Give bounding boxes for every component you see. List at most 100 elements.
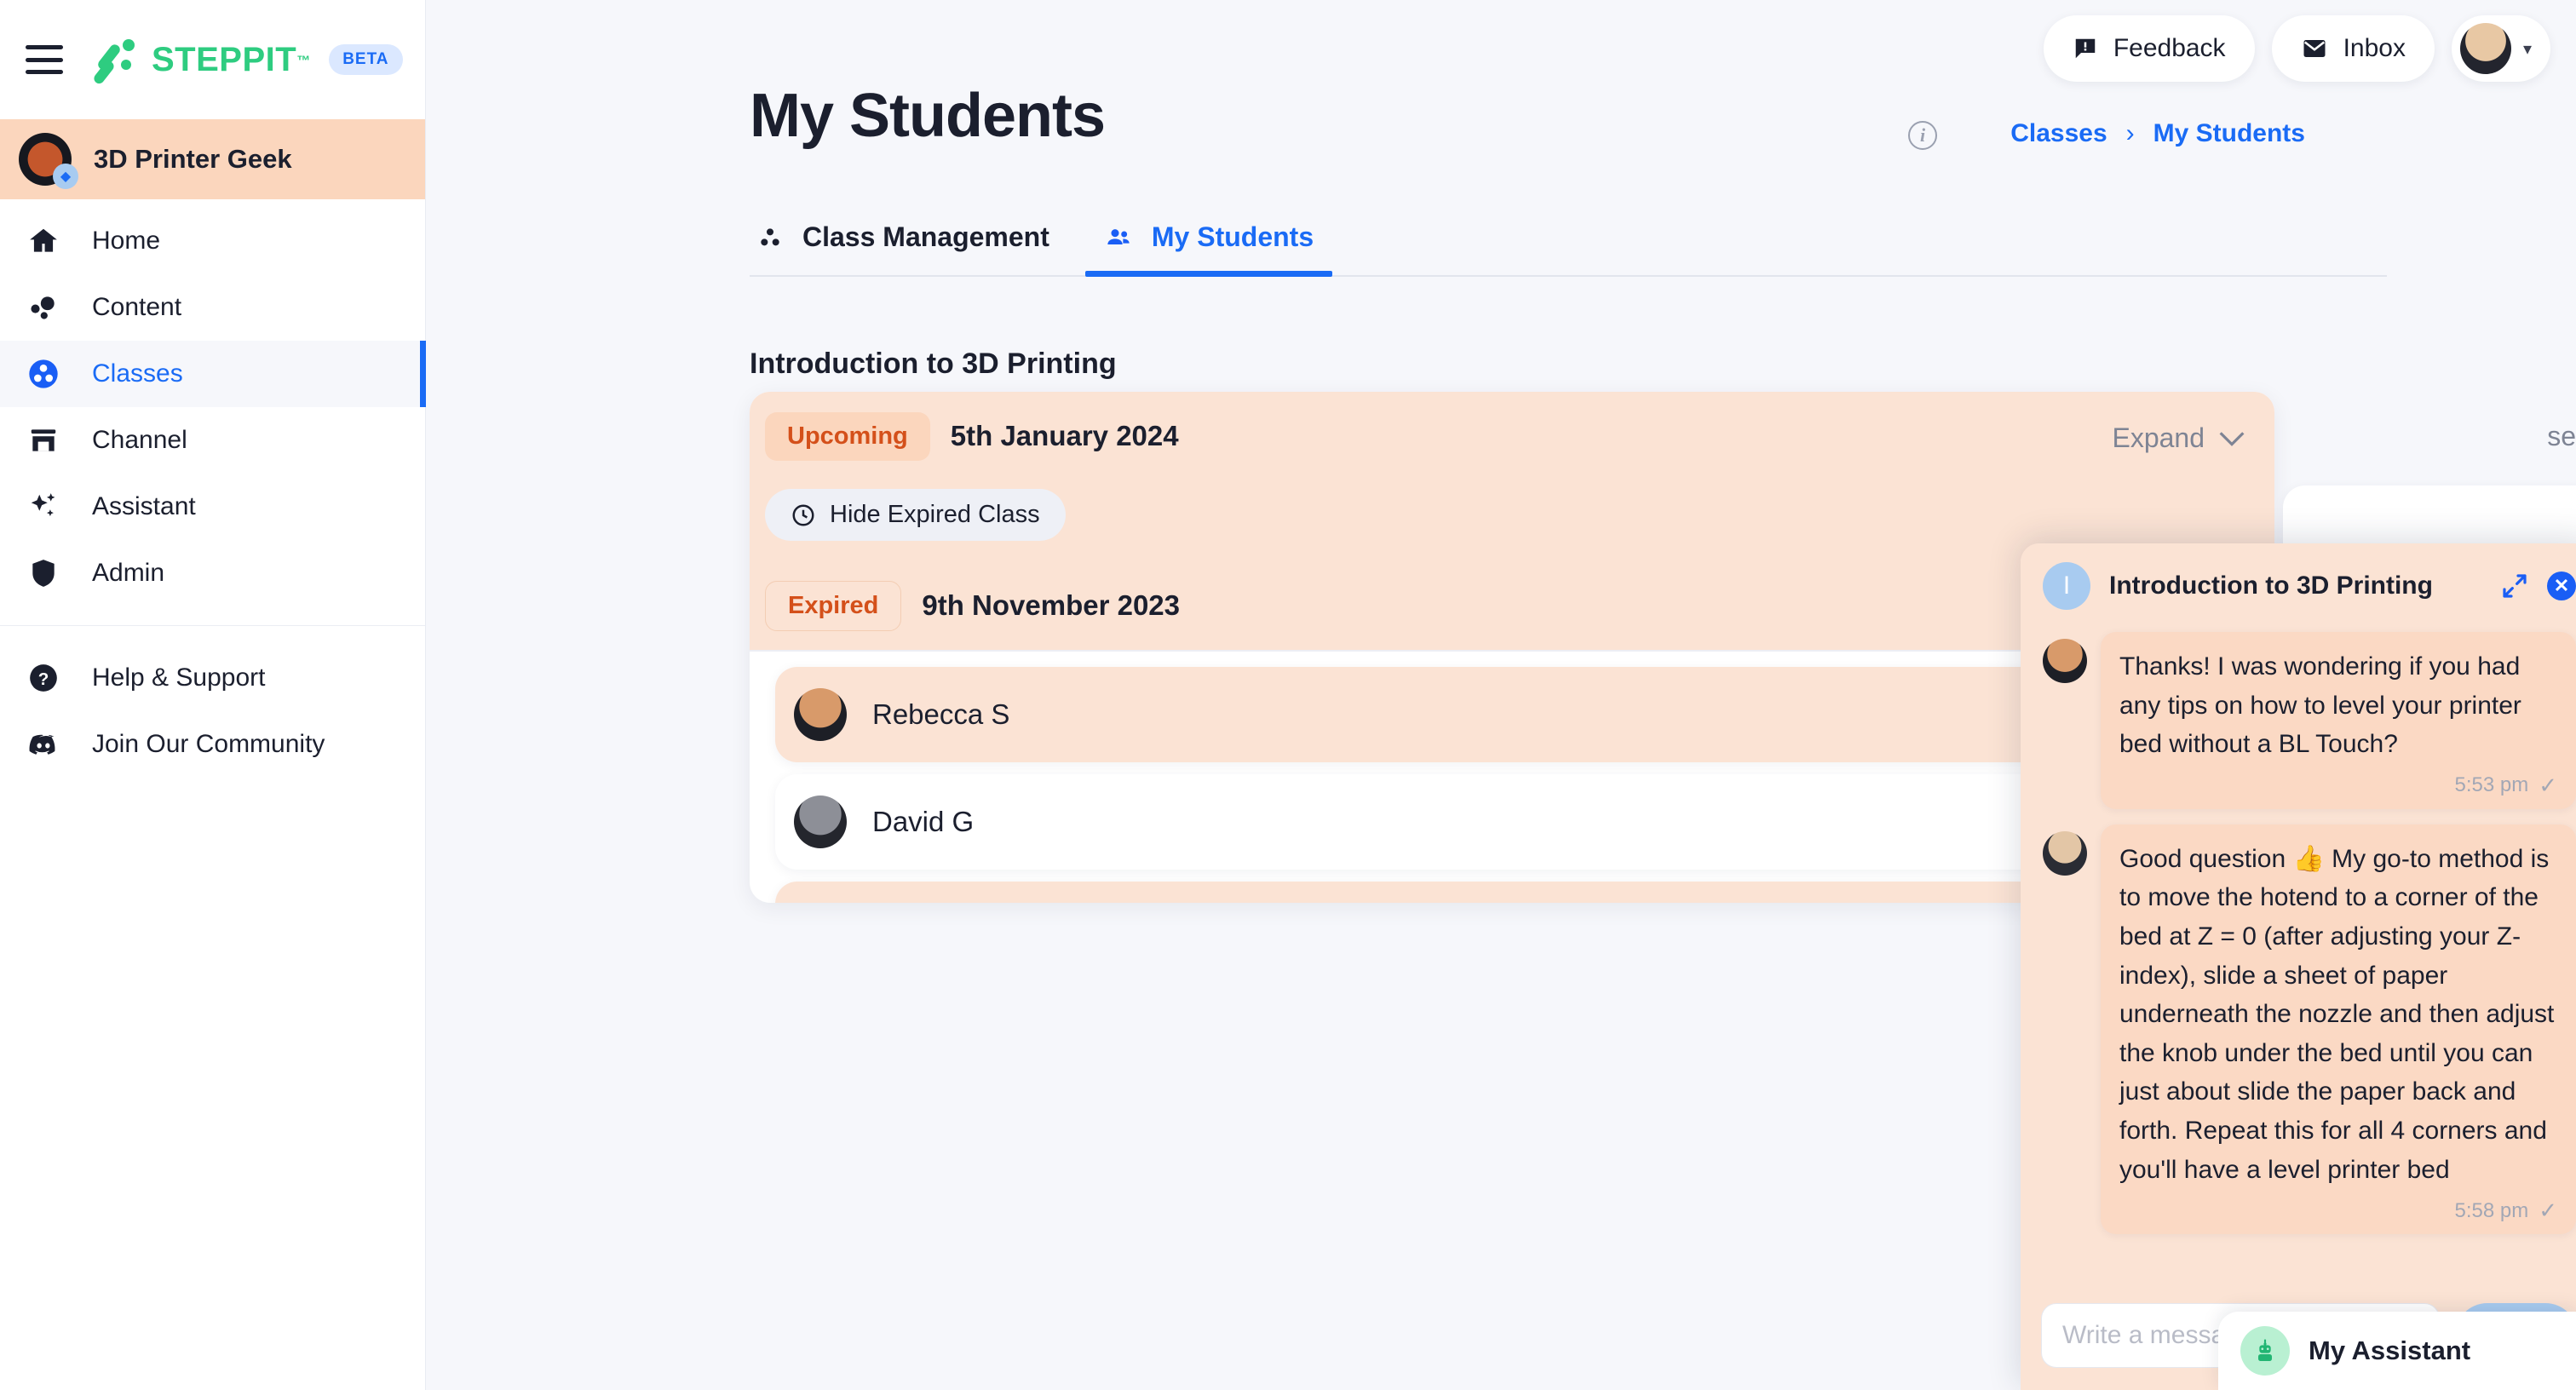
sidebar-item-classes[interactable]: Classes bbox=[0, 341, 426, 407]
content-dots-icon bbox=[26, 291, 61, 324]
sidebar-item-assistant[interactable]: Assistant bbox=[0, 474, 425, 540]
inbox-button[interactable]: Inbox bbox=[2271, 15, 2435, 82]
breadcrumb-separator: › bbox=[2125, 119, 2135, 147]
sidebar-item-join-community[interactable]: Join Our Community bbox=[0, 711, 425, 778]
store-icon bbox=[26, 424, 61, 457]
avatar bbox=[2043, 639, 2087, 683]
collapse-label: se bbox=[2547, 420, 2576, 451]
expand-arrows-icon[interactable] bbox=[2501, 572, 2528, 600]
hide-expired-class-button[interactable]: Hide Expired Class bbox=[765, 489, 1066, 541]
clock-history-icon bbox=[791, 503, 816, 528]
sidebar-item-label: Assistant bbox=[92, 492, 196, 520]
dots-cluster-icon bbox=[756, 224, 784, 251]
chevron-down-icon bbox=[2218, 430, 2245, 447]
page-title: My Students bbox=[750, 82, 1106, 150]
chat-message: Good question 👍 My go-to method is to mo… bbox=[2043, 824, 2576, 1235]
message-meta: 5:53 pm ✓ bbox=[2119, 773, 2557, 799]
robot-icon bbox=[2240, 1326, 2290, 1376]
upcoming-date: 5th January 2024 bbox=[950, 420, 1179, 451]
diamond-badge-icon: ◆ bbox=[53, 164, 78, 189]
breadcrumb: Classes › My Students bbox=[2010, 119, 2305, 148]
sidebar-item-label: Content bbox=[92, 293, 182, 321]
message-bubble: Thanks! I was wondering if you had any t… bbox=[2101, 632, 2576, 809]
sidebar-item-label: Channel bbox=[92, 426, 187, 454]
message-text: Thanks! I was wondering if you had any t… bbox=[2119, 652, 2521, 759]
upcoming-row: Upcoming 5th January 2024 bbox=[750, 392, 2274, 480]
tab-class-management[interactable]: Class Management bbox=[750, 211, 1056, 275]
breadcrumb-item-my-students[interactable]: My Students bbox=[2153, 119, 2305, 148]
avatar bbox=[794, 688, 847, 741]
expand-toggle[interactable]: Expand bbox=[2112, 422, 2245, 454]
student-name: David G bbox=[872, 806, 975, 837]
message-time: 5:53 pm bbox=[2454, 773, 2529, 797]
status-badge-upcoming: Upcoming bbox=[765, 411, 930, 461]
sidebar-profile[interactable]: ◆ 3D Printer Geek bbox=[0, 119, 425, 199]
sidebar-item-home[interactable]: Home bbox=[0, 208, 425, 274]
close-icon[interactable]: ✕ bbox=[2547, 572, 2576, 600]
user-menu-button[interactable]: ▾ bbox=[2451, 15, 2550, 82]
sidebar-item-label: Admin bbox=[92, 559, 165, 587]
feedback-button[interactable]: Feedback bbox=[2043, 15, 2255, 82]
check-icon: ✓ bbox=[2539, 772, 2557, 798]
beta-badge: BETA bbox=[329, 44, 403, 75]
trademark-symbol: ™ bbox=[296, 54, 311, 69]
message-meta: 5:58 pm ✓ bbox=[2119, 1198, 2557, 1224]
sidebar-item-label: Join Our Community bbox=[92, 730, 325, 758]
sidebar-item-content[interactable]: Content bbox=[0, 274, 425, 341]
avatar bbox=[2043, 830, 2087, 876]
course-title: Introduction to 3D Printing bbox=[750, 348, 1117, 380]
check-icon: ✓ bbox=[2539, 1198, 2557, 1224]
topbar: Feedback Inbox ▾ bbox=[2043, 15, 2550, 82]
sidebar-item-label: Help & Support bbox=[92, 663, 266, 692]
svg-text:?: ? bbox=[38, 669, 49, 689]
question-circle-icon: ? bbox=[26, 662, 61, 694]
feedback-label: Feedback bbox=[2113, 34, 2226, 62]
sidebar-nav: Home Content Classes Channel Assistant A… bbox=[0, 199, 426, 778]
avatar bbox=[794, 796, 847, 848]
inbox-label: Inbox bbox=[2343, 34, 2406, 62]
profile-name: 3D Printer Geek bbox=[94, 144, 292, 174]
message-time: 5:58 pm bbox=[2454, 1198, 2529, 1222]
info-icon[interactable]: i bbox=[1908, 121, 1937, 150]
sparkles-icon bbox=[26, 491, 61, 523]
user-avatar bbox=[2459, 23, 2511, 74]
home-icon bbox=[26, 225, 61, 257]
expand-label: Expand bbox=[2112, 422, 2205, 453]
message-text: Good question 👍 My go-to method is to mo… bbox=[2119, 844, 2555, 1184]
main-content: Feedback Inbox ▾ My Students i Classes ›… bbox=[426, 0, 2576, 1390]
chat-popup: I Introduction to 3D Printing ✕ Thanks! … bbox=[2021, 543, 2576, 1390]
expired-date: 9th November 2023 bbox=[922, 589, 1181, 621]
sidebar-item-admin[interactable]: Admin bbox=[0, 540, 425, 606]
sidebar-item-help-support[interactable]: ? Help & Support bbox=[0, 645, 425, 711]
sidebar-item-channel[interactable]: Channel bbox=[0, 407, 425, 474]
chevron-down-icon: ▾ bbox=[2522, 39, 2532, 59]
status-badge-expired: Expired bbox=[765, 580, 902, 631]
logo-wordmark: STEPPIT bbox=[152, 40, 297, 78]
avatar: ◆ bbox=[19, 133, 78, 189]
sidebar-header: STEPPIT™ BETA bbox=[0, 0, 425, 119]
steppit-logo[interactable]: STEPPIT™ BETA bbox=[92, 37, 403, 86]
tab-label: Class Management bbox=[802, 221, 1049, 252]
people-icon bbox=[1104, 224, 1133, 251]
steppit-logo-mark bbox=[92, 37, 140, 86]
tab-label: My Students bbox=[1151, 221, 1314, 252]
hamburger-menu-icon[interactable] bbox=[26, 45, 63, 74]
shield-icon bbox=[26, 557, 61, 589]
breadcrumb-item-classes[interactable]: Classes bbox=[2010, 119, 2107, 148]
assistant-label: My Assistant bbox=[2309, 1335, 2471, 1365]
classes-icon bbox=[26, 357, 61, 391]
envelope-icon bbox=[2301, 36, 2328, 61]
tab-my-students[interactable]: My Students bbox=[1084, 211, 1333, 277]
discord-icon bbox=[26, 727, 61, 761]
sidebar-item-label: Classes bbox=[92, 359, 183, 388]
assistant-widget[interactable]: My Assistant bbox=[2218, 1312, 2576, 1390]
sidebar-item-label: Home bbox=[92, 227, 161, 255]
chat-message: Thanks! I was wondering if you had any t… bbox=[2043, 632, 2576, 809]
student-name: Rebecca S bbox=[872, 698, 1010, 730]
feedback-icon bbox=[2073, 36, 2098, 61]
chat-title: Introduction to 3D Printing bbox=[2109, 572, 2433, 600]
chat-header: I Introduction to 3D Printing ✕ bbox=[2021, 543, 2576, 625]
message-bubble: Good question 👍 My go-to method is to mo… bbox=[2101, 824, 2576, 1235]
sidebar-divider bbox=[0, 625, 425, 626]
collapse-toggle[interactable]: se bbox=[2283, 392, 2576, 480]
